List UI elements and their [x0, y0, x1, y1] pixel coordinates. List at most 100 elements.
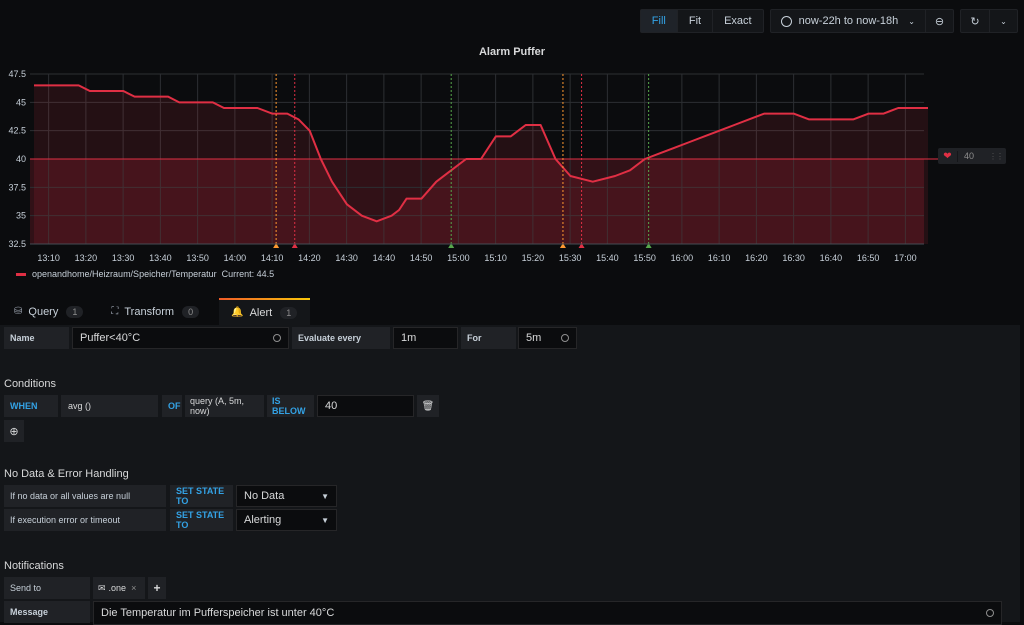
for-input[interactable]: 5m	[518, 327, 577, 349]
notifications-heading: Notifications	[4, 560, 64, 572]
y-tick-label: 37.5	[8, 182, 26, 192]
remove-channel-icon[interactable]: ×	[131, 583, 136, 593]
dashboard-toolbar: Fill Fit Exact now-22h to now-18h ⌄ ⊖ ↻ …	[639, 9, 1018, 33]
x-tick-label: 14:00	[224, 253, 247, 263]
drag-handle-icon[interactable]: ⋮⋮	[989, 152, 1004, 161]
clock-icon	[780, 15, 792, 27]
tab-transform-count: 0	[182, 305, 200, 318]
delete-condition-button[interactable]: 🗑	[417, 395, 439, 417]
caret-down-icon: ▼	[321, 515, 329, 525]
tab-alert-label: Alert	[249, 306, 273, 319]
tab-transform[interactable]: ⛶ Transform 0	[97, 298, 213, 325]
x-tick-label: 15:40	[596, 253, 619, 263]
reducer-select[interactable]: avg ()	[61, 395, 158, 417]
plus-circle-icon: ⊕	[9, 425, 19, 438]
x-tick-label: 14:10	[261, 253, 284, 263]
chart-svg[interactable]: 32.5 35 37.5 40 42.5 45 47.5 13:10 13:20 13:30 13:…	[0, 40, 1024, 265]
heart-icon: ❤	[938, 150, 958, 162]
message-label: Message	[4, 601, 90, 623]
y-tick-label: 40	[16, 154, 26, 164]
nodata-row-label: If no data or all values are null	[4, 485, 166, 507]
tab-query-label: Query	[28, 305, 59, 318]
y-tick-label: 35	[16, 211, 26, 221]
threshold-handle[interactable]: ❤ 40 ⋮⋮	[938, 148, 1006, 164]
x-tick-label: 14:50	[410, 253, 433, 263]
time-range-picker[interactable]: now-22h to now-18h ⌄	[771, 10, 925, 32]
when-keyword: WHEN	[4, 395, 58, 417]
add-condition-button[interactable]: ⊕	[4, 420, 24, 442]
refresh-icon: ↻	[970, 15, 980, 28]
notification-channel-tag[interactable]: ✉ .one ×	[93, 577, 145, 599]
legend-swatch	[16, 272, 26, 276]
tab-alert[interactable]: 🔔 Alert 1	[219, 298, 311, 325]
x-tick-label: 14:40	[373, 253, 396, 263]
error-state-value: Alerting	[244, 514, 282, 526]
exact-button[interactable]: Exact	[712, 10, 763, 32]
x-tick-label: 16:50	[857, 253, 880, 263]
fill-button[interactable]: Fill	[640, 10, 677, 32]
y-tick-label: 42.5	[8, 126, 26, 136]
chevron-down-icon: ⌄	[908, 16, 915, 26]
nodata-state-select[interactable]: No Data ▼	[236, 485, 337, 507]
caret-down-icon: ▼	[321, 491, 329, 501]
time-range-label: now-22h to now-18h	[798, 15, 899, 27]
x-tick-label: 16:00	[671, 253, 694, 263]
x-tick-label: 16:10	[708, 253, 731, 263]
name-input[interactable]: Puffer<40°C	[72, 327, 289, 349]
nodata-heading: No Data & Error Handling	[4, 468, 129, 480]
tab-transform-label: Transform	[124, 305, 175, 318]
error-row-label: If execution error or timeout	[4, 509, 166, 531]
time-range-group: now-22h to now-18h ⌄ ⊖	[769, 9, 954, 33]
message-input[interactable]: Die Temperatur im Pufferspeicher ist unt…	[93, 601, 1002, 625]
zoom-out-icon: ⊖	[934, 15, 945, 28]
x-tick-label: 13:50	[186, 253, 209, 263]
x-tick-label: 14:30	[335, 253, 358, 263]
refresh-button[interactable]: ↻	[961, 10, 989, 32]
add-channel-button[interactable]: +	[148, 577, 166, 599]
database-icon: ⛁	[14, 306, 23, 317]
x-tick-label: 16:30	[782, 253, 805, 263]
threshold-input-value: 40	[325, 400, 338, 412]
evaluate-every-label: Evaluate every	[292, 327, 390, 349]
query-select[interactable]: query (A, 5m, now)	[185, 395, 264, 417]
name-label: Name	[4, 327, 69, 349]
channel-name: .one	[108, 583, 127, 593]
x-tick-label: 15:20	[522, 253, 545, 263]
fit-button[interactable]: Fit	[676, 10, 712, 32]
y-tick-label: 32.5	[8, 239, 26, 249]
tab-query[interactable]: ⛁ Query 1	[0, 298, 97, 325]
x-tick-label: 16:20	[745, 253, 768, 263]
trash-icon: 🗑	[421, 400, 435, 412]
legend-current-value: Current: 44.5	[221, 269, 275, 279]
error-state-select[interactable]: Alerting ▼	[236, 509, 337, 531]
evaluate-every-input[interactable]: 1m	[393, 327, 458, 349]
tab-alert-count: 1	[280, 306, 298, 319]
refresh-group: ↻ ⌄	[960, 9, 1018, 33]
legend: openandhome/Heizraum/Speicher/Temperatur…	[16, 269, 274, 279]
evaluator-select[interactable]: IS BELOW	[267, 395, 314, 417]
nodata-state-value: No Data	[244, 490, 285, 502]
x-tick-label: 13:30	[112, 253, 135, 263]
graph-panel: Alarm Puffer 32.5 35 37.5 40 42.5 45 47.5 13:10…	[0, 40, 1024, 290]
x-tick-label: 13:10	[37, 253, 60, 263]
info-icon	[561, 334, 569, 342]
chevron-down-icon: ⌄	[1000, 16, 1007, 26]
x-tick-label: 15:30	[559, 253, 582, 263]
legend-series-label[interactable]: openandhome/Heizraum/Speicher/Temperatur	[32, 269, 217, 279]
x-tick-label: 16:40	[820, 253, 843, 263]
conditions-heading: Conditions	[4, 378, 56, 390]
of-keyword: OF	[162, 395, 182, 417]
bell-icon: 🔔	[231, 307, 244, 318]
threshold-input[interactable]: 40	[317, 395, 414, 417]
y-tick-label: 45	[16, 97, 26, 107]
threshold-value[interactable]: 40	[964, 151, 989, 161]
editor-tabs: ⛁ Query 1 ⛶ Transform 0 🔔 Alert 1	[0, 298, 1024, 325]
zoom-out-button[interactable]: ⊖	[925, 10, 953, 32]
set-state-keyword: SET STATE TO	[170, 485, 233, 507]
scrollbar[interactable]	[1020, 325, 1024, 622]
refresh-interval-dropdown[interactable]: ⌄	[989, 10, 1017, 32]
x-tick-label: 14:20	[298, 253, 321, 263]
plus-icon: +	[153, 581, 161, 595]
fill-mode-group: Fill Fit Exact	[639, 9, 764, 33]
x-tick-label: 15:50	[633, 253, 656, 263]
